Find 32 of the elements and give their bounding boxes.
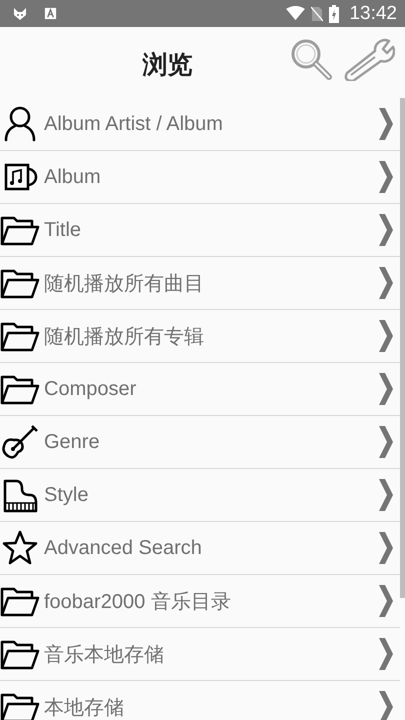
browse-item[interactable]: 随机播放所有专辑 xyxy=(0,310,400,363)
search-icon[interactable] xyxy=(289,37,333,81)
wifi-icon xyxy=(286,6,306,21)
fox-icon xyxy=(12,6,28,22)
browse-item[interactable]: Style xyxy=(0,469,400,522)
chevron-icon xyxy=(378,160,394,194)
browse-item[interactable]: Advanced Search xyxy=(0,522,400,575)
browse-item[interactable]: 本地存储 xyxy=(0,681,400,720)
battery-icon xyxy=(329,4,340,22)
browse-item[interactable]: Title xyxy=(0,204,400,257)
text-icon xyxy=(44,7,57,20)
browse-item[interactable]: Genre xyxy=(0,416,400,469)
chevron-icon xyxy=(378,637,394,671)
browse-item[interactable]: 随机播放所有曲目 xyxy=(0,257,400,310)
chevron-icon xyxy=(378,213,394,247)
chevron-icon xyxy=(378,425,394,459)
chevron-icon xyxy=(378,372,394,406)
chevron-icon xyxy=(378,584,394,618)
browse-item[interactable]: Composer xyxy=(0,363,400,416)
no-sim-icon xyxy=(311,6,324,22)
browse-item[interactable]: foobar2000 音乐目录 xyxy=(0,575,400,628)
page-title: 浏览 xyxy=(141,49,194,81)
chevron-icon xyxy=(378,107,394,141)
chevron-icon xyxy=(378,319,394,353)
browse-item[interactable]: Album xyxy=(0,151,400,204)
chevron-icon xyxy=(378,531,394,565)
browse-item[interactable]: 音乐本地存储 xyxy=(0,628,400,681)
chevron-icon xyxy=(378,690,394,720)
browse-item[interactable]: Album Artist / Album xyxy=(0,98,400,151)
chevron-icon xyxy=(378,478,394,512)
clock-time: 13:42 xyxy=(349,2,397,24)
chevron-icon xyxy=(378,266,394,300)
